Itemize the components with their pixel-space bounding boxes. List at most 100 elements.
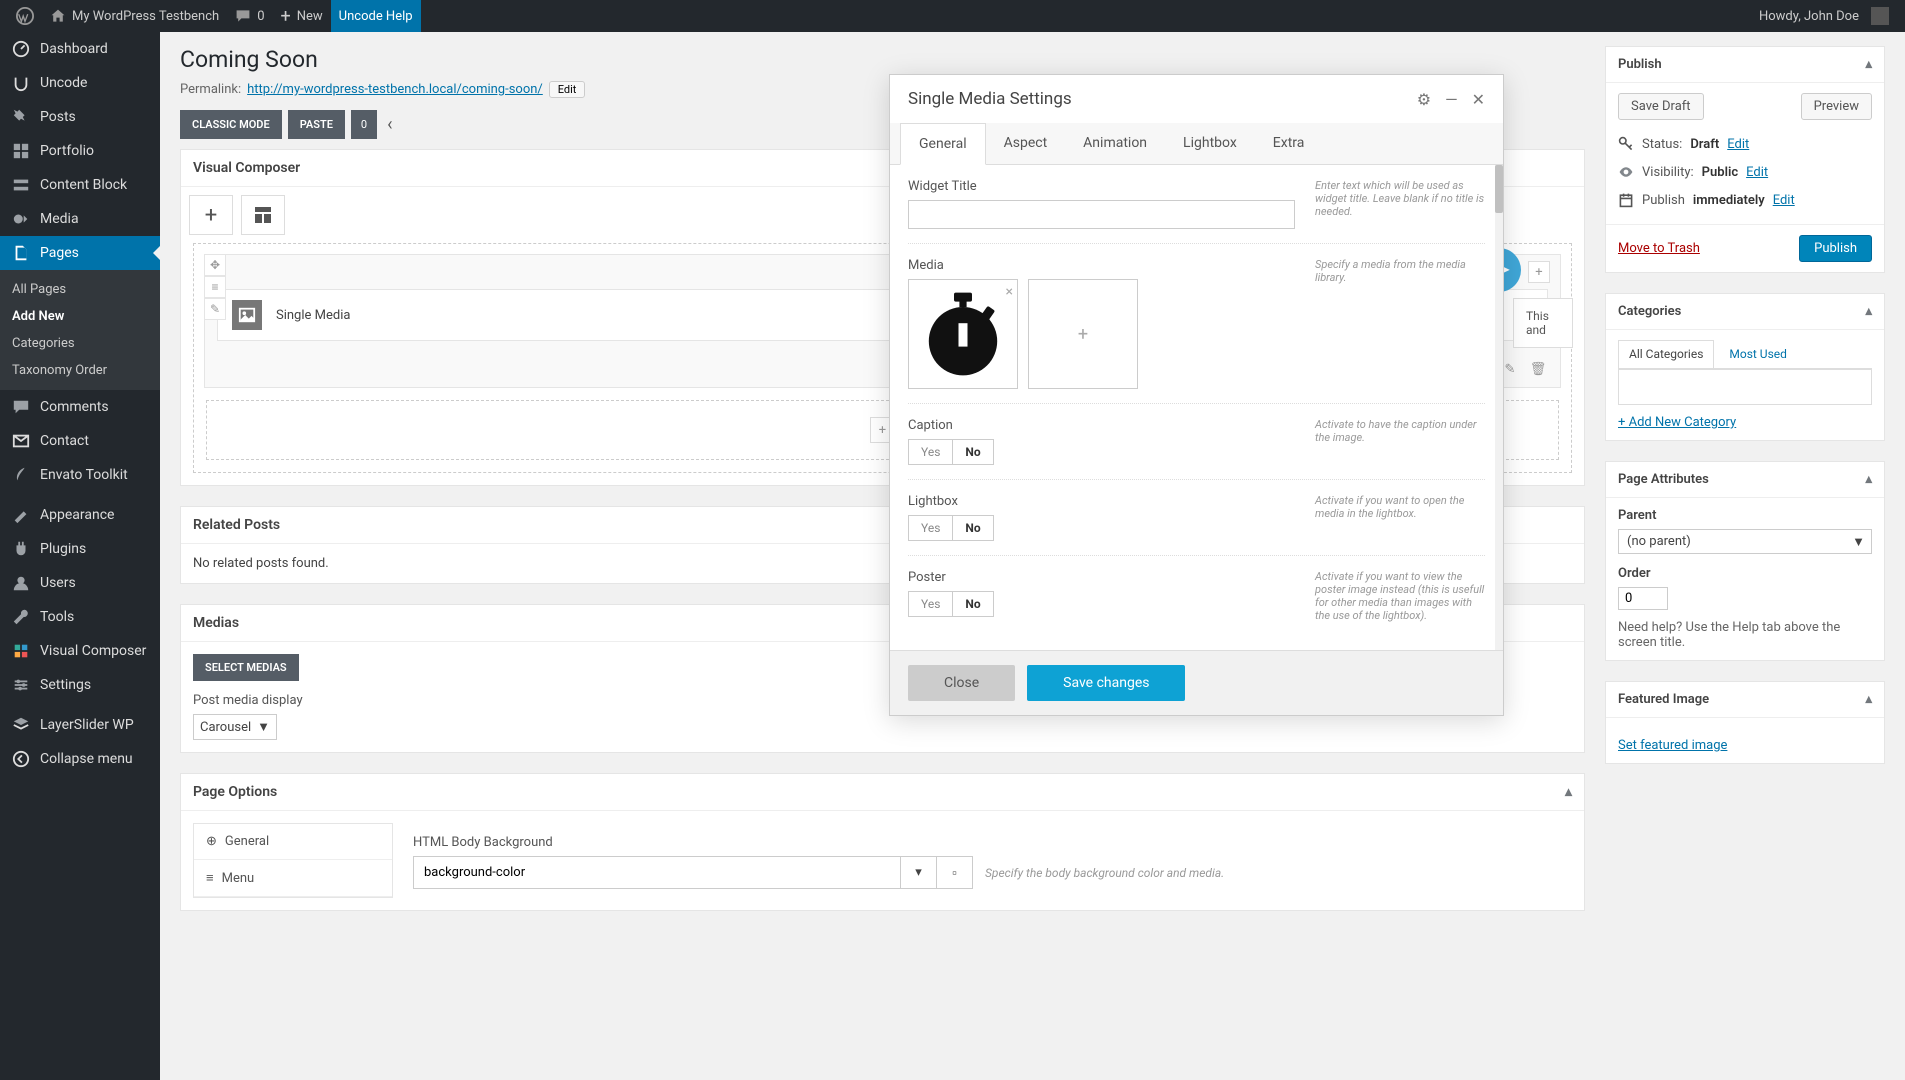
bg-color-input[interactable] <box>414 857 900 888</box>
poster-no[interactable]: No <box>952 592 992 616</box>
poster-yes[interactable]: Yes <box>909 592 952 616</box>
select-medias-button[interactable]: SELECT MEDIAS <box>193 654 299 681</box>
close-icon[interactable]: ✕ <box>1472 90 1485 109</box>
columns-icon[interactable]: ≡ <box>204 276 226 298</box>
sidebar-item-uncode[interactable]: Uncode <box>0 66 160 100</box>
submenu-categories[interactable]: Categories <box>0 330 160 357</box>
page-options-title: Page Options <box>193 784 277 800</box>
delete-column-icon[interactable]: 🗑 <box>1528 359 1548 379</box>
po-tab-menu[interactable]: ≡Menu <box>194 860 392 897</box>
publish-button[interactable]: Publish <box>1799 235 1872 262</box>
widget-title-input[interactable] <box>908 200 1295 229</box>
drag-handle-icon[interactable]: ✥ <box>204 254 226 276</box>
widget-title-label: Widget Title <box>908 179 1295 194</box>
lightbox-no[interactable]: No <box>952 516 992 540</box>
howdy-user[interactable]: Howdy, John Doe <box>1751 0 1897 32</box>
sidebar-item-visual-composer[interactable]: Visual Composer <box>0 634 160 668</box>
submenu-all-pages[interactable]: All Pages <box>0 276 160 303</box>
sidebar-item-media[interactable]: Media <box>0 202 160 236</box>
sidebar-item-content-block[interactable]: Content Block <box>0 168 160 202</box>
collapse-toggle-icon[interactable]: ▴ <box>1865 304 1872 319</box>
submenu-add-new[interactable]: Add New <box>0 303 160 330</box>
submenu-taxonomy-order[interactable]: Taxonomy Order <box>0 357 160 384</box>
collapse-toggle-icon[interactable]: ▴ <box>1865 472 1872 487</box>
minimize-icon[interactable]: — <box>1445 90 1458 109</box>
edit-schedule-link[interactable]: Edit <box>1773 193 1795 208</box>
new-label: New <box>297 9 323 24</box>
chevron-down-icon: ▼ <box>257 719 270 735</box>
edit-status-link[interactable]: Edit <box>1727 137 1749 152</box>
sidebar-item-layerslider[interactable]: LayerSlider WP <box>0 708 160 742</box>
caption-no[interactable]: No <box>952 440 992 464</box>
lightbox-yes[interactable]: Yes <box>909 516 952 540</box>
add-element-button[interactable]: + <box>189 195 233 235</box>
modal-close-button[interactable]: Close <box>908 665 1015 701</box>
edit-permalink-button[interactable]: Edit <box>549 81 586 98</box>
site-home[interactable]: My WordPress Testbench <box>42 0 227 32</box>
sidebar-item-pages[interactable]: Pages <box>0 236 160 270</box>
tab-lightbox[interactable]: Lightbox <box>1165 123 1255 164</box>
single-media-settings-modal: Single Media Settings ⚙ — ✕ General Aspe… <box>889 74 1504 716</box>
comments-link[interactable]: 0 <box>227 0 272 32</box>
save-draft-button[interactable]: Save Draft <box>1618 93 1704 120</box>
site-name: My WordPress Testbench <box>72 9 219 24</box>
post-media-display-select[interactable]: Carousel ▼ <box>193 714 277 740</box>
sidebar-item-dashboard[interactable]: Dashboard <box>0 32 160 66</box>
po-tab-general[interactable]: ⊕General <box>194 824 392 860</box>
caption-yes[interactable]: Yes <box>909 440 952 464</box>
sidebar-item-settings[interactable]: Settings <box>0 668 160 702</box>
sidebar-item-comments[interactable]: Comments <box>0 390 160 424</box>
order-input[interactable] <box>1618 587 1668 610</box>
bg-color-dropdown[interactable]: ▾ <box>900 857 936 888</box>
media-thumbnail[interactable]: × <box>908 279 1018 389</box>
bg-media-button[interactable]: ▫ <box>936 857 972 888</box>
modal-save-button[interactable]: Save changes <box>1027 665 1185 701</box>
move-to-trash-link[interactable]: Move to Trash <box>1618 241 1700 256</box>
uncode-help-link[interactable]: Uncode Help <box>331 0 421 32</box>
collapse-toggle-icon[interactable]: ▴ <box>1865 57 1872 72</box>
tab-aspect[interactable]: Aspect <box>986 123 1066 164</box>
gear-icon[interactable]: ⚙ <box>1417 90 1431 109</box>
add-template-button[interactable] <box>241 195 285 235</box>
page-options-tabs: ⊕General ≡Menu <box>193 823 393 898</box>
wp-logo[interactable] <box>8 0 42 32</box>
all-categories-tab[interactable]: All Categories <box>1618 340 1714 368</box>
classic-mode-button[interactable]: CLASSIC MODE <box>180 110 282 139</box>
paste-count: 0 <box>351 110 377 139</box>
new-link[interactable]: + New <box>273 0 331 32</box>
sidebar-item-envato[interactable]: Envato Toolkit <box>0 458 160 492</box>
sidebar-item-plugins[interactable]: Plugins <box>0 532 160 566</box>
sidebar-item-users[interactable]: Users <box>0 566 160 600</box>
add-category-link[interactable]: + Add New Category <box>1618 415 1736 430</box>
edit-visibility-link[interactable]: Edit <box>1746 165 1768 180</box>
media-icon <box>12 210 30 228</box>
add-media-button[interactable]: + <box>1028 279 1138 389</box>
sidebar-item-portfolio[interactable]: Portfolio <box>0 134 160 168</box>
sidebar-item-posts[interactable]: Posts <box>0 100 160 134</box>
most-used-tab[interactable]: Most Used <box>1718 340 1798 368</box>
pin-icon <box>12 108 30 126</box>
set-featured-image-link[interactable]: Set featured image <box>1618 738 1727 753</box>
remove-media-icon[interactable]: × <box>1006 284 1013 300</box>
sidebar-item-contact[interactable]: Contact <box>0 424 160 458</box>
tab-general[interactable]: General <box>900 123 986 165</box>
tab-extra[interactable]: Extra <box>1255 123 1323 164</box>
collapse-toggle-icon[interactable]: ▴ <box>1865 692 1872 707</box>
collapse-toggle-icon[interactable]: ▴ <box>1565 784 1572 800</box>
chevron-left-icon[interactable]: ‹ <box>383 114 396 135</box>
parent-select[interactable]: (no parent) ▼ <box>1618 529 1872 554</box>
permalink-url[interactable]: http://my-wordpress-testbench.local/comi… <box>247 82 543 97</box>
tab-animation[interactable]: Animation <box>1065 123 1165 164</box>
admin-bar: My WordPress Testbench 0 + New Uncode He… <box>0 0 1905 32</box>
sidebar-item-appearance[interactable]: Appearance <box>0 498 160 532</box>
collapse-icon <box>12 750 30 768</box>
sidebar-item-tools[interactable]: Tools <box>0 600 160 634</box>
sidebar-item-collapse[interactable]: Collapse menu <box>0 742 160 776</box>
edit-row-icon[interactable]: ✎ <box>204 298 226 320</box>
preview-button[interactable]: Preview <box>1801 93 1872 120</box>
media-desc: Specify a media from the media library. <box>1315 258 1485 389</box>
paste-button[interactable]: PASTE <box>288 110 345 139</box>
add-to-row-button[interactable]: + <box>1528 261 1550 283</box>
stopwatch-icon <box>918 289 1008 379</box>
featured-image-box: Featured Image▴ Set featured image <box>1605 681 1885 764</box>
